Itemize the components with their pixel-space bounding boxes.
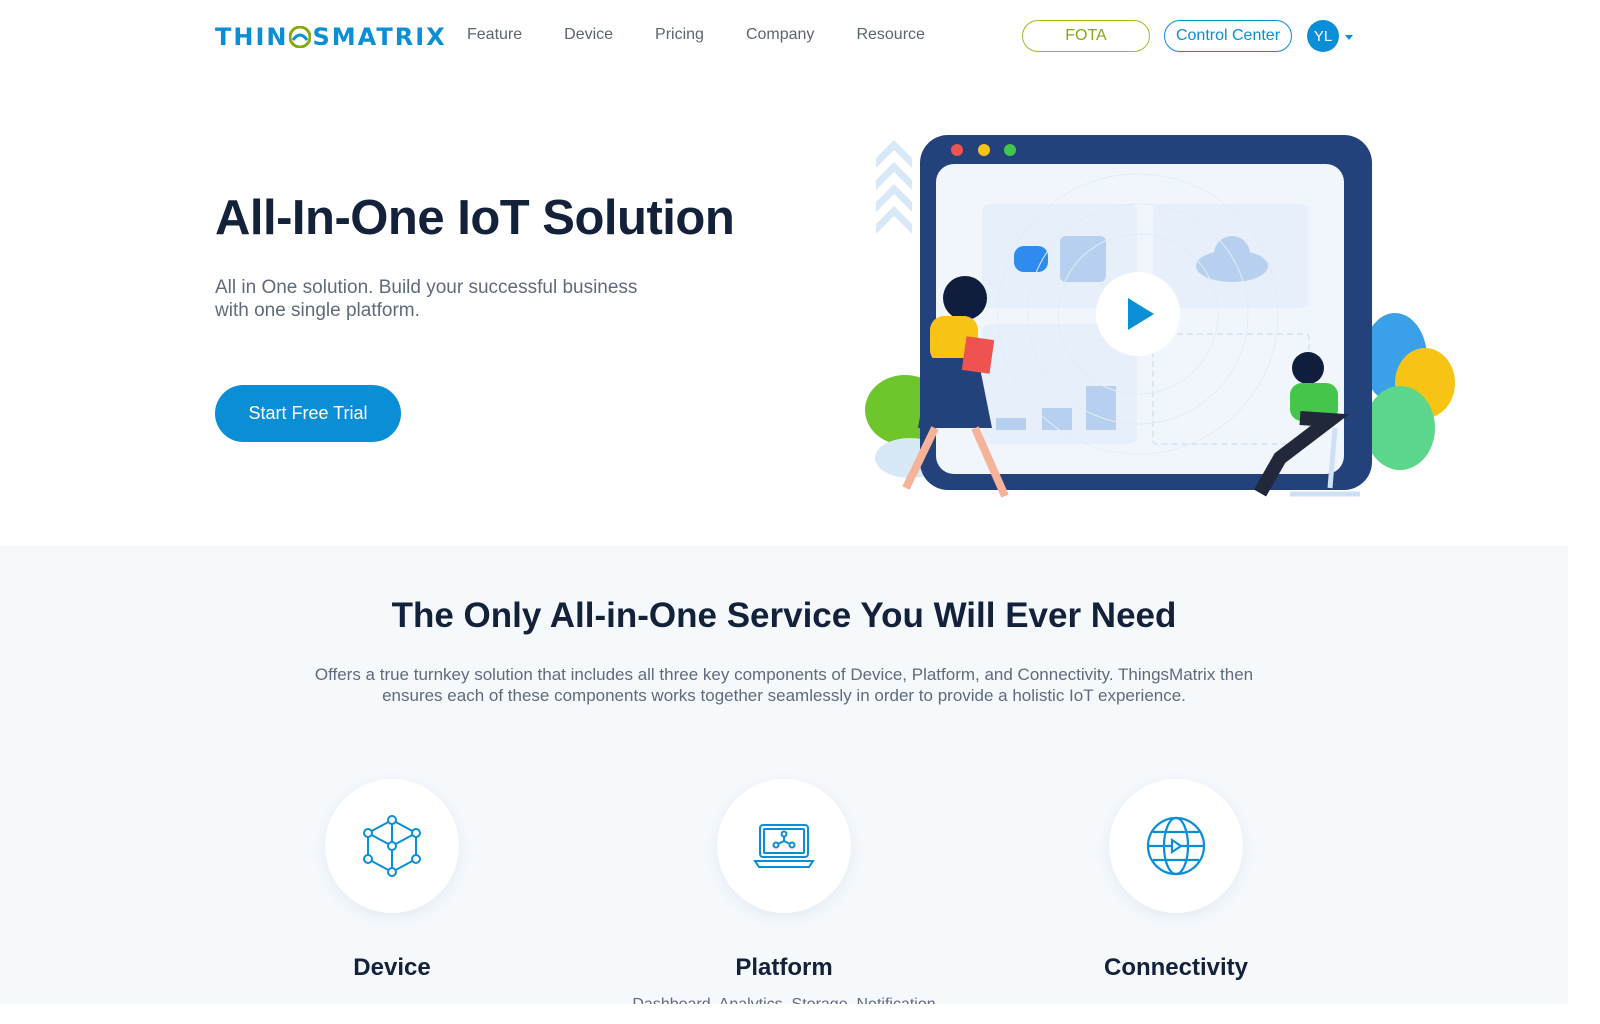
- fota-button[interactable]: FOTA: [1022, 20, 1150, 52]
- services-description: Offers a true turnkey solution that incl…: [314, 665, 1254, 705]
- chevron-down-icon[interactable]: [1345, 35, 1353, 40]
- top-header: THIN SMATRIX Feature Device Pricing Comp…: [0, 0, 1568, 72]
- thingsmatrix-logo[interactable]: THIN SMATRIX: [215, 23, 447, 51]
- logo-text-part2: SMATRIX: [312, 23, 447, 51]
- connectivity-card-title: Connectivity: [1103, 954, 1249, 981]
- nav-item-device[interactable]: Device: [564, 26, 613, 44]
- nav-item-feature[interactable]: Feature: [467, 26, 522, 44]
- nav-item-company[interactable]: Company: [746, 26, 814, 44]
- hero-subtitle: All in One solution. Build your successf…: [215, 277, 638, 321]
- platform-card-text: Dashboard, Analytics, Storage, Notificat…: [584, 996, 984, 1004]
- control-center-button[interactable]: Control Center: [1164, 20, 1292, 52]
- hero-title: All-In-One IoT Solution: [215, 191, 735, 245]
- user-avatar[interactable]: YL: [1307, 20, 1339, 52]
- start-free-trial-button[interactable]: Start Free Trial: [215, 385, 401, 442]
- services-title: The Only All-in-One Service You Will Eve…: [391, 596, 1177, 635]
- logo-mark-icon: [289, 26, 312, 48]
- nav-item-pricing[interactable]: Pricing: [655, 26, 704, 44]
- up-chevrons-decoration: [876, 140, 912, 234]
- globe-icon: [1146, 816, 1206, 876]
- device-card-title: Device: [353, 954, 431, 981]
- logo-text-part1: THIN: [215, 23, 289, 51]
- nav-item-resource[interactable]: Resource: [856, 26, 924, 44]
- laptop-network-icon: [753, 824, 815, 868]
- main-nav: Feature Device Pricing Company Resource: [467, 26, 967, 44]
- hero-illustration: [865, 135, 1455, 498]
- device-card-icon[interactable]: [325, 779, 459, 913]
- cube-network-icon: [363, 815, 421, 877]
- connectivity-card-icon[interactable]: [1109, 779, 1243, 913]
- platform-card-title: Platform: [735, 954, 833, 981]
- platform-card-icon[interactable]: [717, 779, 851, 913]
